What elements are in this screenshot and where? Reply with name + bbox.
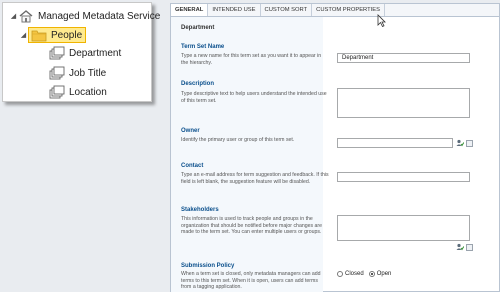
term-icon [49,46,65,60]
term-label: Location [69,86,107,98]
check-names-icon[interactable] [456,243,464,251]
radio-closed-circle[interactable] [337,271,343,277]
collapse-arrow-icon[interactable]: ◢ [19,31,28,39]
term-set-heading: Department [181,25,215,31]
description-title: Description [181,81,215,87]
term-set-name-input[interactable]: Department [337,53,470,63]
term-icon [49,66,65,80]
tab-general[interactable]: GENERAL [171,4,209,16]
tree-root-label: Managed Metadata Service [38,10,161,22]
term-set-name-value: Department [342,55,374,61]
contact-help-text: Type an e-mail address for term suggesti… [181,172,329,185]
tab-intended-use[interactable]: INTENDED USE [208,4,261,16]
radio-open-label: Open [376,271,392,277]
tree-term-location[interactable]: Location [49,83,107,101]
check-names-icon[interactable] [456,139,464,147]
contact-title: Contact [181,163,204,169]
tab-custom-properties[interactable]: CUSTOM PROPERTIES [312,4,386,16]
radio-open[interactable]: Open [368,271,392,277]
term-set-folder-icon [31,30,47,42]
submission-policy-title: Submission Policy [181,263,235,269]
term-set-properties-panel: GENERAL INTENDED USE CUSTOM SORT CUSTOM … [170,3,500,292]
term-set-name-description: Type a new name for this term set as you… [181,53,322,66]
mouse-cursor-icon [377,14,386,27]
collapse-arrow-icon[interactable]: ◢ [9,12,18,20]
term-set-label: People [51,29,83,41]
owner-input[interactable] [337,138,453,148]
term-label: Department [69,47,122,59]
owner-picker [456,139,473,147]
browse-people-icon[interactable] [466,243,473,251]
tab-custom-sort[interactable]: CUSTOM SORT [261,4,313,16]
stakeholders-title: Stakeholders [181,207,219,213]
owner-help-text: Identify the primary user or group of th… [181,137,295,143]
submission-policy-help-text: When a term set is closed, only metadata… [181,271,321,291]
tree-root-node[interactable]: ◢ Managed Metadata Service [9,7,160,25]
radio-open-circle[interactable] [368,271,375,277]
description-help-text: Type descriptive text to help users unde… [181,91,327,104]
tree-term-job-title[interactable]: Job Title [49,64,106,82]
stakeholders-picker [456,243,473,251]
general-tab-content: Department Term Set Name Type a new name… [171,17,500,292]
taxonomy-tree-panel: ◢ Managed Metadata Service ◢ People Depa… [2,2,160,102]
tree-term-department[interactable]: Department [49,44,121,62]
radio-closed[interactable]: Closed [337,271,364,277]
selected-term-set[interactable]: People [28,27,87,43]
term-label: Job Title [69,67,107,79]
managed-metadata-service-icon [19,10,33,23]
term-icon [49,85,65,99]
contact-input[interactable] [337,172,470,182]
properties-tab-strip: GENERAL INTENDED USE CUSTOM SORT CUSTOM … [171,4,499,17]
tree-term-set-people[interactable]: ◢ People [19,26,87,44]
term-set-name-title: Term Set Name [181,44,225,50]
browse-people-icon[interactable] [466,139,473,147]
submission-policy-radio-group: Closed Open [337,271,391,277]
description-textarea[interactable] [337,88,470,118]
stakeholders-help-text: This information is used to track people… [181,216,323,236]
owner-title: Owner [181,128,200,134]
radio-closed-label: Closed [345,271,364,277]
stakeholders-textarea[interactable] [337,215,470,241]
